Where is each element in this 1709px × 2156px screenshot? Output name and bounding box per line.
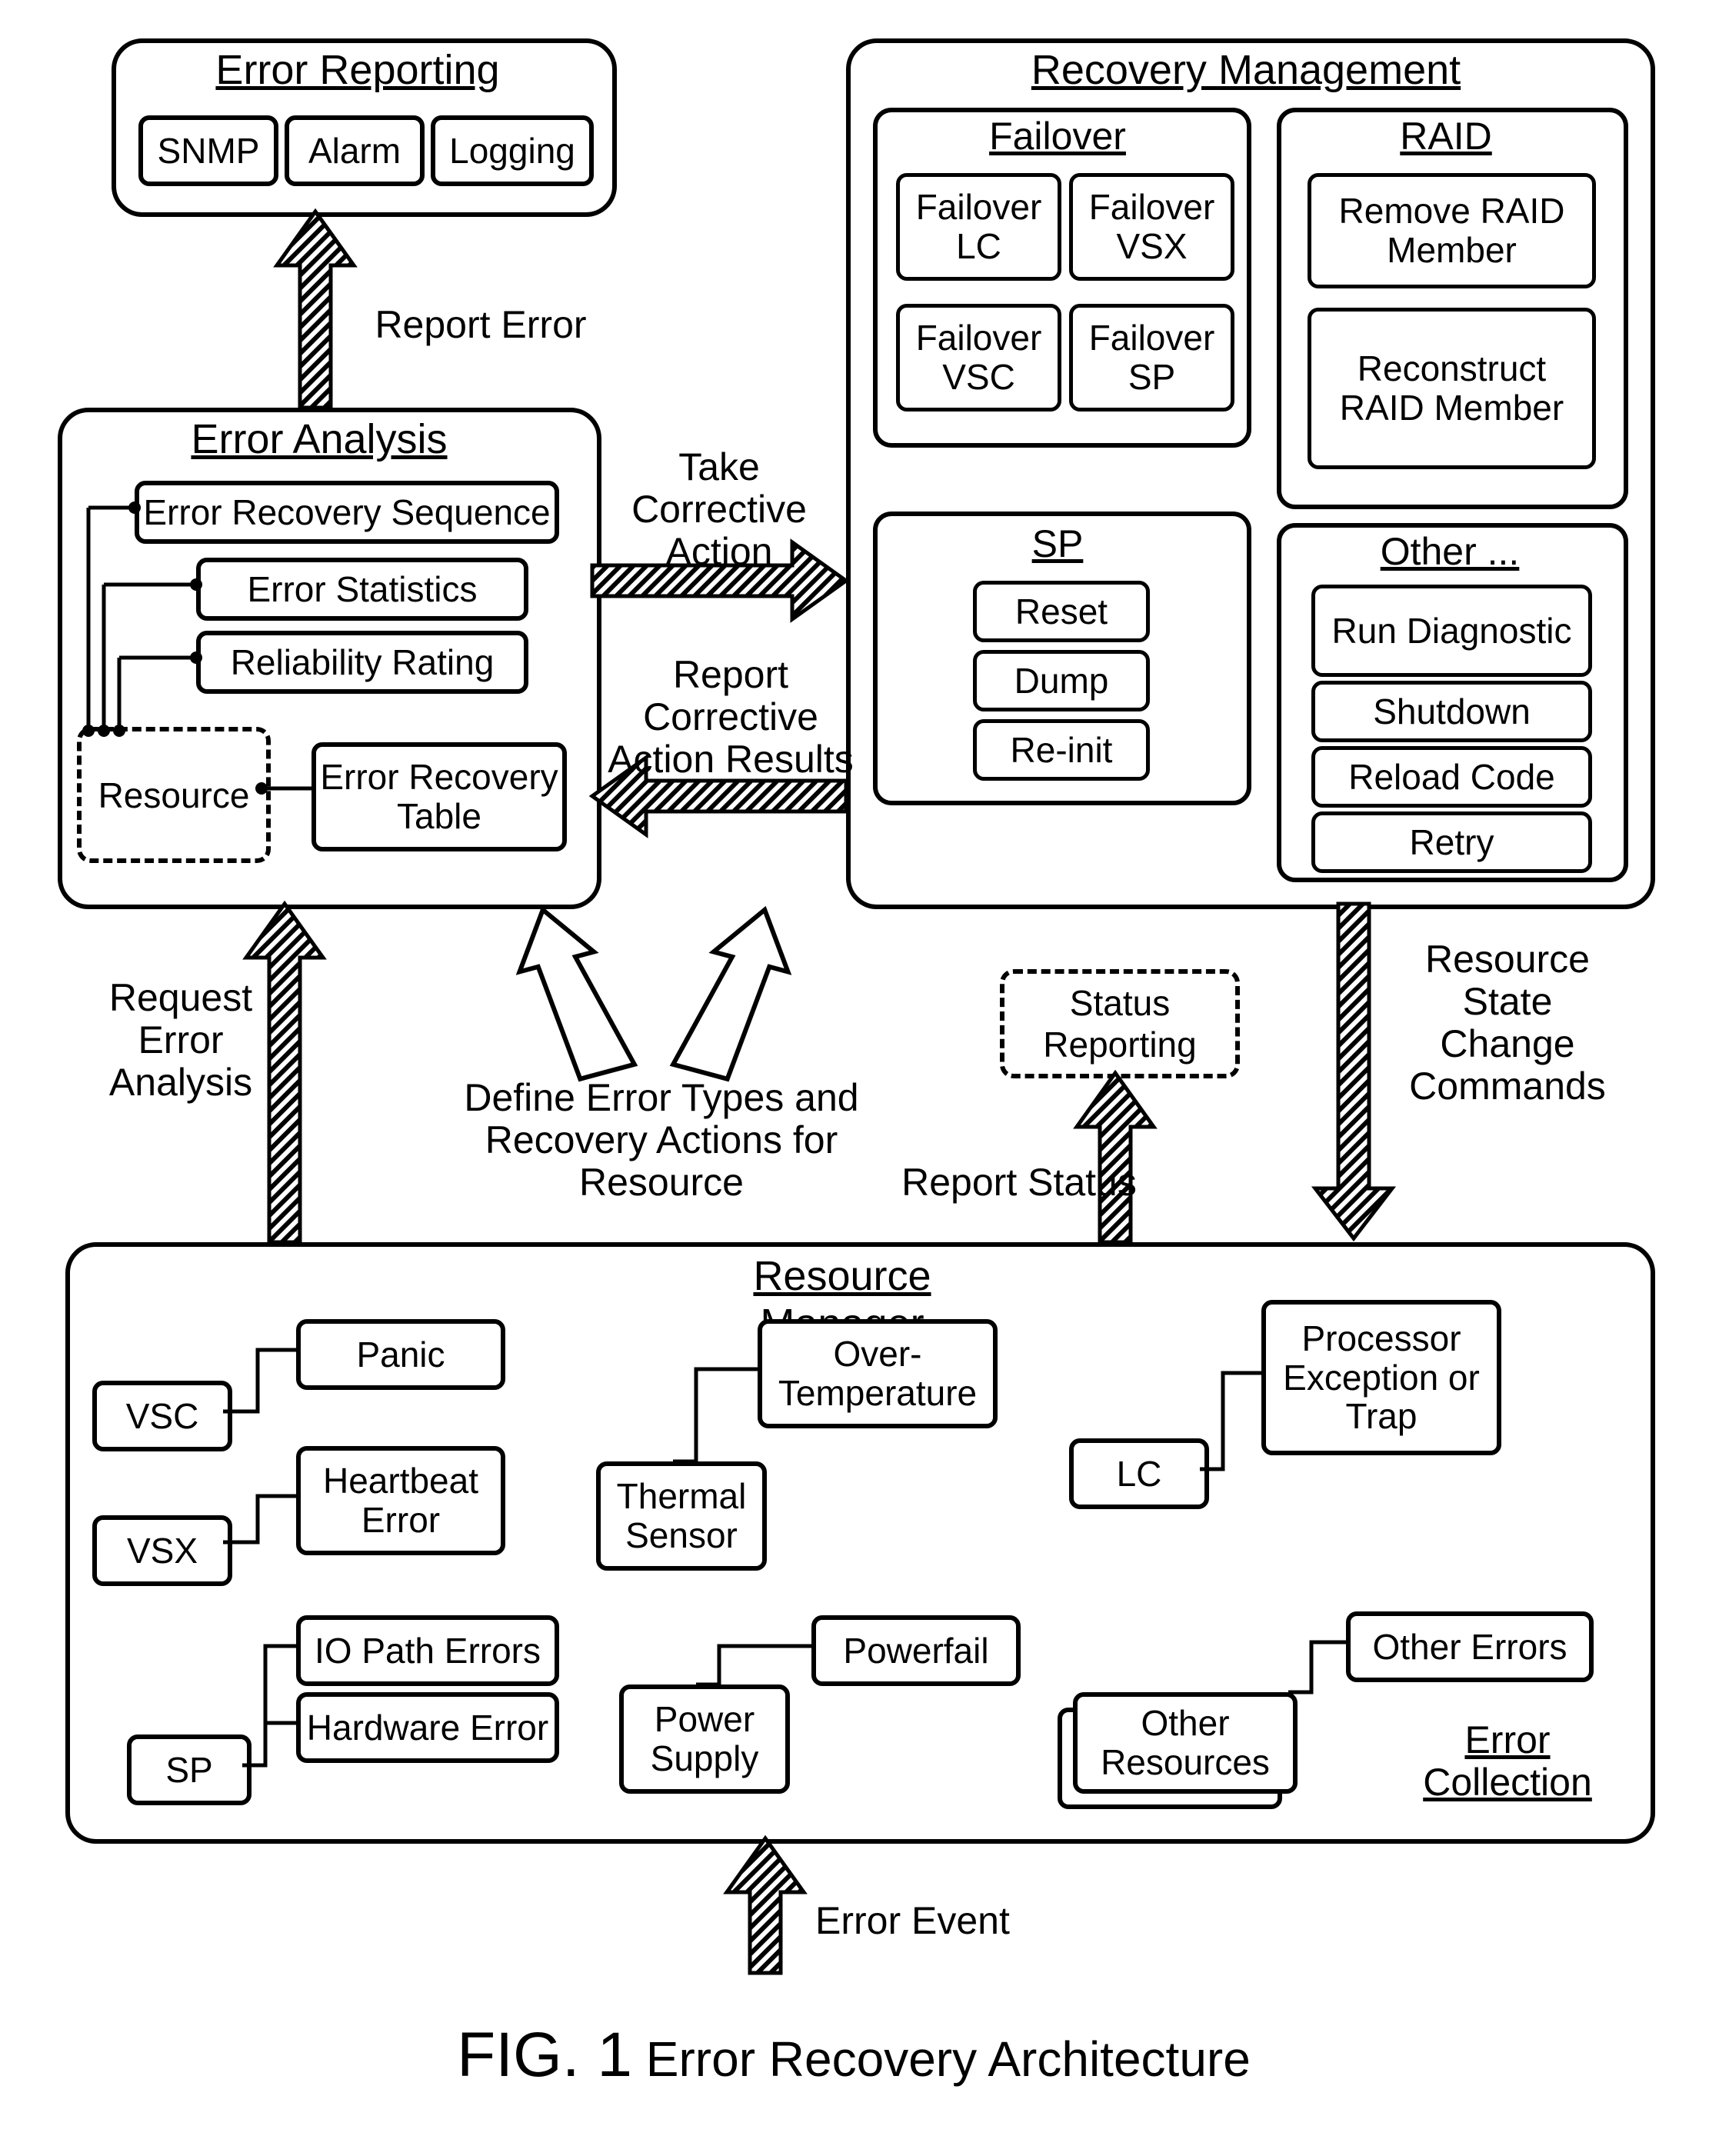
failover-vsx: Failover VSX [1069, 173, 1234, 281]
report-error-label: Report Error [373, 304, 588, 346]
rm-sp: SP [127, 1734, 252, 1805]
report-status-label: Report Status [900, 1161, 1138, 1204]
state-change-arrow [1308, 904, 1400, 1242]
other-shutdown: Shutdown [1311, 681, 1592, 742]
rm-m2 [696, 1642, 815, 1688]
rm-procex: Processor Exception or Trap [1261, 1300, 1501, 1455]
snmp-box: SNMP [138, 115, 278, 186]
ea-ert: Error Recovery Table [311, 742, 567, 851]
define-label: Define Error Types and Recovery Actions … [438, 1077, 884, 1204]
logging-label: Logging [449, 132, 575, 171]
rm-thermal: Thermal Sensor [596, 1461, 767, 1571]
figure-number: FIG. 1 [457, 2020, 632, 2090]
figure-caption: FIG. 1 Error Recovery Architecture [331, 2019, 1377, 2091]
ea-connectors [73, 477, 319, 823]
failover-title: Failover [984, 115, 1131, 158]
rm-overtemp: Over-Temperature [758, 1319, 998, 1428]
alarm-box: Alarm [285, 115, 425, 186]
error-reporting-title: Error Reporting [215, 46, 500, 94]
error-event-label: Error Event [815, 1900, 1023, 1942]
rm-power: Power Supply [619, 1684, 790, 1794]
sp-reset: Reset [973, 581, 1150, 642]
rm-r1 [1200, 1369, 1265, 1473]
rm-vsc: VSC [92, 1381, 232, 1451]
rm-l2 [223, 1492, 300, 1546]
report-status-arrow [1069, 1073, 1161, 1246]
rm-m1 [673, 1365, 761, 1465]
sp-dump: Dump [973, 650, 1150, 711]
recovery-mgmt-title: Recovery Management [1015, 46, 1477, 94]
rm-io: IO Path Errors [296, 1615, 559, 1686]
other-title: Other ... [1377, 531, 1523, 573]
status-reporting-box: Status Reporting [1000, 969, 1240, 1078]
report-results-label: Report Corrective Action Results [604, 654, 858, 781]
other-reload: Reload Code [1311, 746, 1592, 808]
error-collection-label: Error Collection [1408, 1719, 1607, 1804]
rm-hw: Hardware Error [296, 1692, 559, 1763]
failover-sp: Failover SP [1069, 304, 1234, 412]
snmp-label: SNMP [158, 132, 260, 171]
rm-panic: Panic [296, 1319, 505, 1390]
rm-pfail: Powerfail [811, 1615, 1021, 1686]
other-retry: Retry [1311, 811, 1592, 873]
rm-vsx: VSX [92, 1515, 232, 1586]
alarm-label: Alarm [308, 132, 401, 171]
raid-recon: Reconstruct RAID Member [1308, 308, 1596, 469]
rm-other-res: Other Resources [1073, 1692, 1298, 1794]
other-diag: Run Diagnostic [1311, 585, 1592, 677]
raid-title: RAID [1384, 115, 1507, 158]
error-event-arrow [719, 1838, 811, 1977]
failover-vsc: Failover VSC [896, 304, 1061, 412]
define-arrow-right [669, 904, 792, 1081]
rm-other-err: Other Errors [1346, 1611, 1594, 1682]
logging-box: Logging [431, 115, 594, 186]
failover-lc: Failover LC [896, 173, 1061, 281]
state-change-label: Resource State Change Commands [1400, 938, 1615, 1108]
sp-reinit: Re-init [973, 719, 1150, 781]
raid-remove: Remove RAID Member [1308, 173, 1596, 288]
rm-l1 [223, 1346, 300, 1415]
rm-hb: Heartbeat Error [296, 1446, 505, 1555]
take-action-label: Take Corrective Action [596, 446, 842, 573]
rm-r2 [1288, 1638, 1350, 1696]
report-error-arrow [269, 212, 361, 412]
figure-text: Error Recovery Architecture [646, 2031, 1251, 2087]
sp-title: SP [1027, 523, 1088, 565]
error-analysis-title: Error Analysis [173, 415, 465, 463]
rm-l3 [242, 1642, 300, 1769]
define-arrow-left [515, 904, 638, 1081]
rm-lc: LC [1069, 1438, 1209, 1509]
req-analysis-label: Request Error Analysis [65, 977, 296, 1104]
